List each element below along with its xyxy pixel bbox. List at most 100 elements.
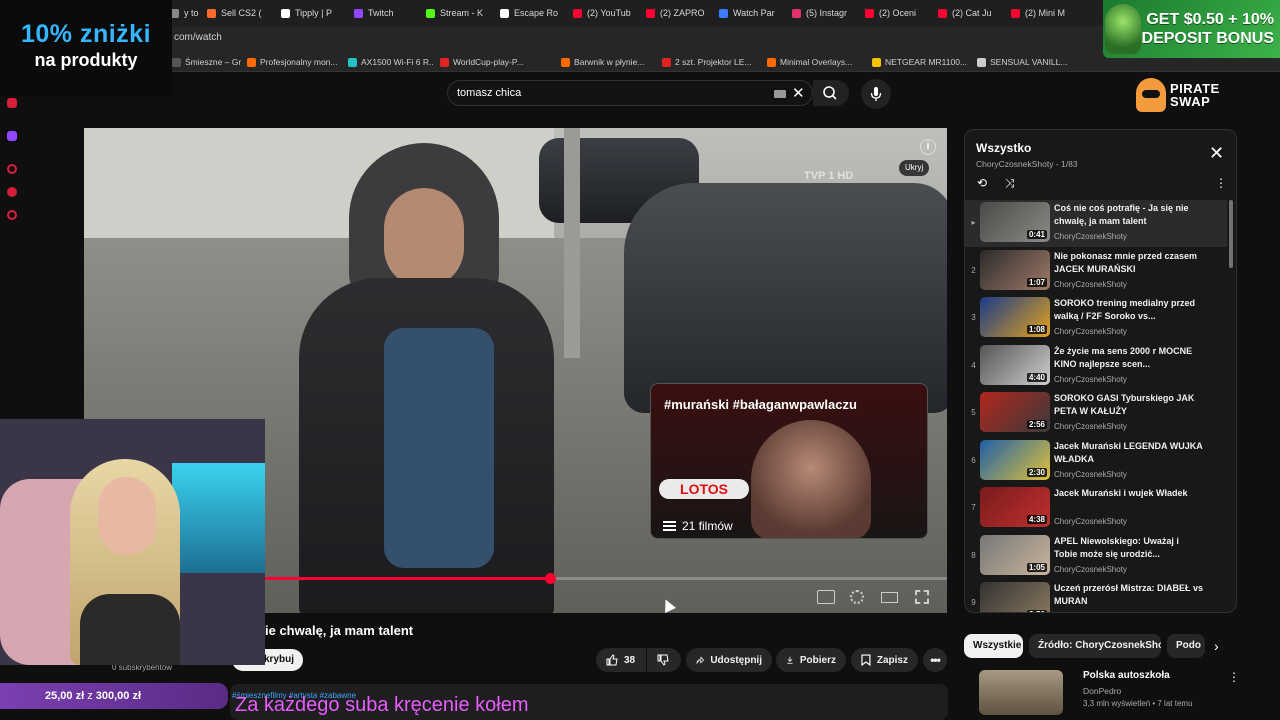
- bookmark-item[interactable]: Minimal Overlays...: [767, 55, 866, 69]
- playlist-title[interactable]: Wszystko: [976, 141, 1031, 155]
- search-input[interactable]: tomasz chica: [457, 87, 521, 99]
- playlist-item-thumbnail[interactable]: 2:50: [980, 582, 1050, 612]
- playlist-item-title[interactable]: Że życie ma sens 2000 r MOCNE KINO najle…: [1054, 345, 1204, 371]
- playlist-item-title[interactable]: Jacek Murański i wujek Władek: [1054, 487, 1204, 500]
- search-button[interactable]: [813, 80, 849, 106]
- playlist-item-thumbnail[interactable]: 2:56: [980, 392, 1050, 432]
- tab-favicon-icon: [426, 8, 435, 18]
- playlist-item[interactable]: 5 2:56 SOROKO GASI Tyburskiego JAK PETA W …: [965, 390, 1227, 437]
- playlist-item-title[interactable]: APEL Niewolskiego: Uważaj i Tobie może s…: [1054, 535, 1204, 561]
- browser-tab[interactable]: Stream - K: [426, 4, 494, 22]
- keyboard-icon[interactable]: [774, 90, 786, 98]
- playlist-item-title[interactable]: SOROKO trening medialny przed walką / F2…: [1054, 297, 1204, 323]
- browser-tab[interactable]: Escape Ro: [500, 4, 568, 22]
- settings-icon[interactable]: [850, 590, 864, 604]
- browser-tab[interactable]: (2) Oceni: [865, 4, 933, 22]
- fullscreen-icon[interactable]: [915, 590, 929, 604]
- recommended-channel[interactable]: DonPedro: [1083, 686, 1121, 696]
- playlist-card-overlay[interactable]: LOTOS #murański #bałaganwpawlaczu 21 fil…: [650, 383, 928, 539]
- recommended-meta: 3,3 mln wyświetleń • 7 lat temu: [1083, 699, 1193, 708]
- hide-button[interactable]: Ukryj: [899, 160, 930, 176]
- notification-icon[interactable]: [7, 187, 17, 197]
- shuffle-icon[interactable]: ⤨: [1005, 176, 1015, 191]
- donation-amount: 25,00 zł: [45, 690, 85, 702]
- playlist-subtitle[interactable]: ChoryCzosnekShoty - 1/83: [976, 159, 1078, 169]
- loop-icon[interactable]: ⟲: [977, 176, 987, 190]
- settings-gear-icon[interactable]: [7, 210, 17, 220]
- more-vertical-icon[interactable]: ⋮: [1215, 176, 1227, 190]
- playlist-item-thumbnail[interactable]: 4:40: [980, 344, 1050, 385]
- info-icon[interactable]: i: [920, 139, 936, 155]
- bookmark-item[interactable]: Barwnik w płynie...: [561, 55, 656, 69]
- more-vertical-icon[interactable]: ⋮: [1228, 670, 1240, 684]
- playlist-item-thumbnail[interactable]: 0:41: [980, 202, 1050, 242]
- playlist-item-title[interactable]: Nie pokonasz mnie przed czasem JACEK MUR…: [1054, 250, 1204, 276]
- download-button[interactable]: Pobierz: [776, 648, 846, 672]
- filter-chip[interactable]: Podo: [1167, 634, 1205, 658]
- voice-search-button[interactable]: [861, 79, 891, 109]
- playlist-item-thumbnail[interactable]: 4:38: [980, 487, 1050, 527]
- bookmark-item[interactable]: WorldCup-play-P...: [440, 55, 555, 69]
- clear-search-icon[interactable]: ✕: [792, 84, 805, 102]
- close-icon[interactable]: ✕: [1209, 144, 1224, 162]
- bookmark-item[interactable]: 2 szt. Projektor LE...: [662, 55, 761, 69]
- playlist-item-title[interactable]: SOROKO GASI Tyburskiego JAK PETA W KAŁUŻ…: [1054, 392, 1204, 418]
- share-button[interactable]: Udostępnij: [686, 648, 772, 672]
- address-bar[interactable]: com/watch: [0, 26, 1280, 50]
- bookmark-item[interactable]: SENSUAL VANILL...: [977, 55, 1077, 69]
- filter-chip[interactable]: Źródło: ChoryCzosnekShoty: [1029, 634, 1161, 658]
- browser-tab[interactable]: (2) YouTub: [573, 4, 641, 22]
- browser-tab[interactable]: (2) Mini M: [1011, 4, 1079, 22]
- playlist-item-index: 7: [971, 503, 976, 512]
- playlist-item-title[interactable]: Jacek Murański LEGENDA WUJKA WŁADKA: [1054, 440, 1204, 466]
- playlist-item-title[interactable]: Coś nie coś potrafię - Ja się nie chwalę…: [1054, 202, 1204, 228]
- save-button[interactable]: Zapisz: [851, 648, 918, 672]
- browser-tab[interactable]: Sell CS2 (: [207, 4, 275, 22]
- playlist-item[interactable]: 9 2:50 Uczeń przerósł Mistrza: DIABEŁ vs M…: [965, 580, 1227, 612]
- subtitles-icon[interactable]: [817, 590, 835, 604]
- playlist-item-index: 6: [971, 455, 976, 465]
- playlist-item-index: 2: [971, 265, 976, 275]
- browser-tab[interactable]: Tipply | P: [281, 4, 349, 22]
- playlist-item-thumbnail[interactable]: 1:05: [980, 534, 1050, 575]
- twitch-app-icon[interactable]: [7, 131, 17, 141]
- browser-tab[interactable]: Twitch: [354, 4, 422, 22]
- browser-tab[interactable]: (2) ZAPRO: [646, 4, 714, 22]
- playlist-item[interactable]: ▸ 0:41 Coś nie coś potrafię - Ja się nie c…: [965, 200, 1227, 247]
- bookmark-favicon-icon: [172, 57, 181, 67]
- youtube-app-icon[interactable]: [7, 98, 17, 108]
- theater-mode-icon[interactable]: [881, 592, 898, 603]
- search-box[interactable]: tomasz chica ✕: [447, 80, 813, 106]
- bookmark-favicon-icon: [872, 57, 881, 67]
- chevron-right-icon[interactable]: ›: [1214, 638, 1219, 654]
- filter-chip[interactable]: Wszystkie: [964, 634, 1023, 658]
- browser-tab[interactable]: (2) Cat Ju: [938, 4, 1006, 22]
- playlist-item[interactable]: 4 4:40 Że życie ma sens 2000 r MOCNE KINO …: [965, 343, 1227, 390]
- bookmark-item[interactable]: Śmieszne – Gr...: [172, 55, 241, 69]
- playlist-scrollbar[interactable]: [1229, 200, 1233, 268]
- playlist-item-thumbnail[interactable]: 2:30: [980, 439, 1050, 480]
- playlist-item[interactable]: 7 4:38 Jacek Murański i wujek Władek ChoryC…: [965, 485, 1227, 532]
- playlist-item-thumbnail[interactable]: 1:07: [980, 249, 1050, 290]
- video-frame-pole: [564, 128, 580, 358]
- playlist-item[interactable]: 8 1:05 APEL Niewolskiego: Uważaj i Tobie m…: [965, 533, 1227, 580]
- playlist-item[interactable]: 3 1:08 SOROKO trening medialny przed walką…: [965, 295, 1227, 342]
- progress-scrubber[interactable]: [545, 573, 557, 584]
- recommended-thumbnail[interactable]: [979, 670, 1063, 715]
- browser-tab[interactable]: Watch Par: [719, 4, 787, 22]
- recommended-title[interactable]: Polska autoszkoła: [1083, 670, 1170, 681]
- playlist-item-title[interactable]: Uczeń przerósł Mistrza: DIABEŁ vs MURAN: [1054, 582, 1204, 608]
- playlist-item[interactable]: 2 1:07 Nie pokonasz mnie przed czasem JACE…: [965, 248, 1227, 295]
- donation-separator: z: [87, 690, 93, 702]
- address-url[interactable]: com/watch: [174, 32, 222, 43]
- more-actions-button[interactable]: •••: [923, 648, 947, 672]
- dislike-button[interactable]: [647, 648, 681, 672]
- history-icon[interactable]: [7, 164, 17, 174]
- bookmark-item[interactable]: NETGEAR MR1100...: [872, 55, 971, 69]
- bookmark-item[interactable]: AX1500 Wi-Fi 6 R...: [348, 55, 434, 69]
- like-button[interactable]: 38: [596, 648, 646, 672]
- bookmark-item[interactable]: Profesjonalny mon...: [247, 55, 342, 69]
- browser-tab[interactable]: (5) Instagr: [792, 4, 860, 22]
- playlist-item-thumbnail[interactable]: 1:08: [980, 297, 1050, 337]
- playlist-item[interactable]: 6 2:30 Jacek Murański LEGENDA WUJKA WŁADKA…: [965, 438, 1227, 485]
